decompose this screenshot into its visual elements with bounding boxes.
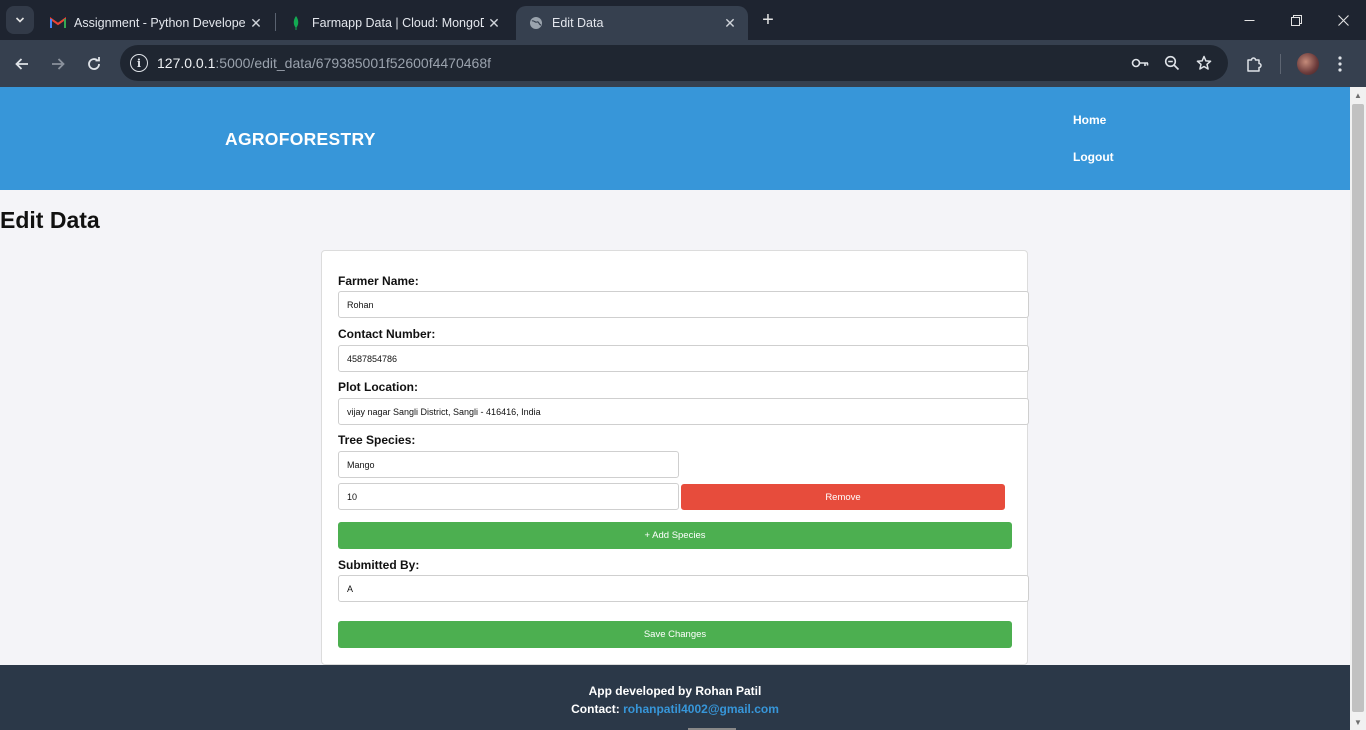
tab-edit-data[interactable]: Edit Data ✕ [516,6,748,40]
zoom-icon[interactable] [1162,53,1182,73]
contact-number-input[interactable]: 4587854786 [338,345,1029,372]
tab-mongodb[interactable]: Farmapp Data | Cloud: MongoDB ✕ [276,6,512,40]
add-species-button[interactable]: + Add Species [338,522,1012,549]
footer-credit-prefix: App developed by [588,684,696,698]
bookmark-star-icon[interactable] [1194,53,1214,73]
plot-location-input[interactable]: vijay nagar Sangli District, Sangli - 41… [338,398,1029,425]
browser-tab-strip: Assignment - Python Developer ✕ Farmapp … [0,0,1366,40]
puzzle-icon [1247,57,1262,72]
brand-logo-text[interactable]: AGROFORESTRY [225,129,376,150]
species-name-input[interactable]: Mango [338,451,679,478]
close-icon[interactable]: ✕ [720,13,740,33]
url-path: :5000/edit_data/679385001f52600f4470468f [215,55,491,71]
farmer-name-label: Farmer Name: [338,274,419,288]
nav-home-link[interactable]: Home [1073,113,1106,127]
chevron-down-icon [15,17,25,23]
url-host: 127.0.0.1 [157,55,216,71]
globe-icon [528,15,544,31]
page-viewport: AGROFORESTRY Home Logout Edit Data Farme… [0,87,1350,730]
species-count-input[interactable]: 10 [338,483,679,510]
close-icon[interactable]: ✕ [484,13,504,33]
gmail-icon [50,15,66,31]
remove-species-button[interactable]: Remove [681,484,1005,510]
address-bar[interactable]: i 127.0.0.1:5000/edit_data/679385001f526… [120,45,1228,81]
more-vertical-icon [1338,56,1342,72]
site-header: AGROFORESTRY Home Logout [0,87,1350,190]
scrollbar-thumb[interactable] [1352,104,1364,712]
page-title: Edit Data [0,207,100,233]
mongodb-leaf-icon [288,15,304,31]
back-button[interactable] [8,50,36,78]
scroll-down-arrow-icon[interactable]: ▼ [1350,714,1366,730]
profile-avatar[interactable] [1297,53,1319,75]
reload-icon [88,57,100,70]
submitted-by-input[interactable]: A [338,575,1029,602]
password-key-icon[interactable] [1130,53,1150,73]
site-footer: App developed by Rohan Patil Contact: ro… [0,665,1350,730]
restore-button[interactable] [1273,0,1319,40]
tab-title: Assignment - Python Developer [74,16,246,30]
tab-title: Edit Data [552,16,604,30]
tab-gmail[interactable]: Assignment - Python Developer ✕ [38,6,274,40]
farmer-name-input[interactable]: Rohan [338,291,1029,318]
close-window-button[interactable] [1320,0,1366,40]
footer-contact: Contact: rohanpatil4002@gmail.com [0,702,1350,716]
restore-icon [1290,14,1302,26]
tab-search-button[interactable] [6,6,34,34]
tab-title: Farmapp Data | Cloud: MongoDB [312,16,484,30]
tree-species-label: Tree Species: [338,433,416,447]
submitted-by-label: Submitted By: [338,558,420,572]
footer-contact-prefix: Contact: [571,702,624,716]
developer-name: Rohan Patil [695,684,762,698]
nav-logout-link[interactable]: Logout [1073,150,1114,164]
forward-button[interactable] [44,50,72,78]
plot-location-label: Plot Location: [338,380,418,394]
close-icon [1337,14,1349,26]
contact-number-label: Contact Number: [338,327,436,341]
page-scrollbar[interactable]: ▲ ▼ [1350,87,1366,730]
minimize-icon [1244,19,1254,21]
browser-menu-button[interactable] [1328,52,1352,76]
edit-form-card: Farmer Name: Rohan Contact Number: 45878… [321,250,1029,665]
scroll-up-arrow-icon[interactable]: ▲ [1350,87,1366,103]
new-tab-button[interactable]: + [756,8,780,32]
extensions-button[interactable] [1242,52,1266,76]
arrow-left-icon [15,58,28,70]
contact-email-link[interactable]: rohanpatil4002@gmail.com [623,702,779,716]
save-changes-button[interactable]: Save Changes [338,621,1012,648]
arrow-right-icon [52,58,65,70]
url-text[interactable]: 127.0.0.1:5000/edit_data/679385001f52600… [157,55,491,71]
footer-credit: App developed by Rohan Patil [0,684,1350,698]
reload-button[interactable] [80,50,108,78]
minimize-button[interactable] [1226,0,1272,40]
toolbar-divider [1280,54,1281,74]
browser-toolbar: i 127.0.0.1:5000/edit_data/679385001f526… [0,40,1366,87]
site-info-icon[interactable]: i [130,54,148,72]
close-icon[interactable]: ✕ [246,13,266,33]
